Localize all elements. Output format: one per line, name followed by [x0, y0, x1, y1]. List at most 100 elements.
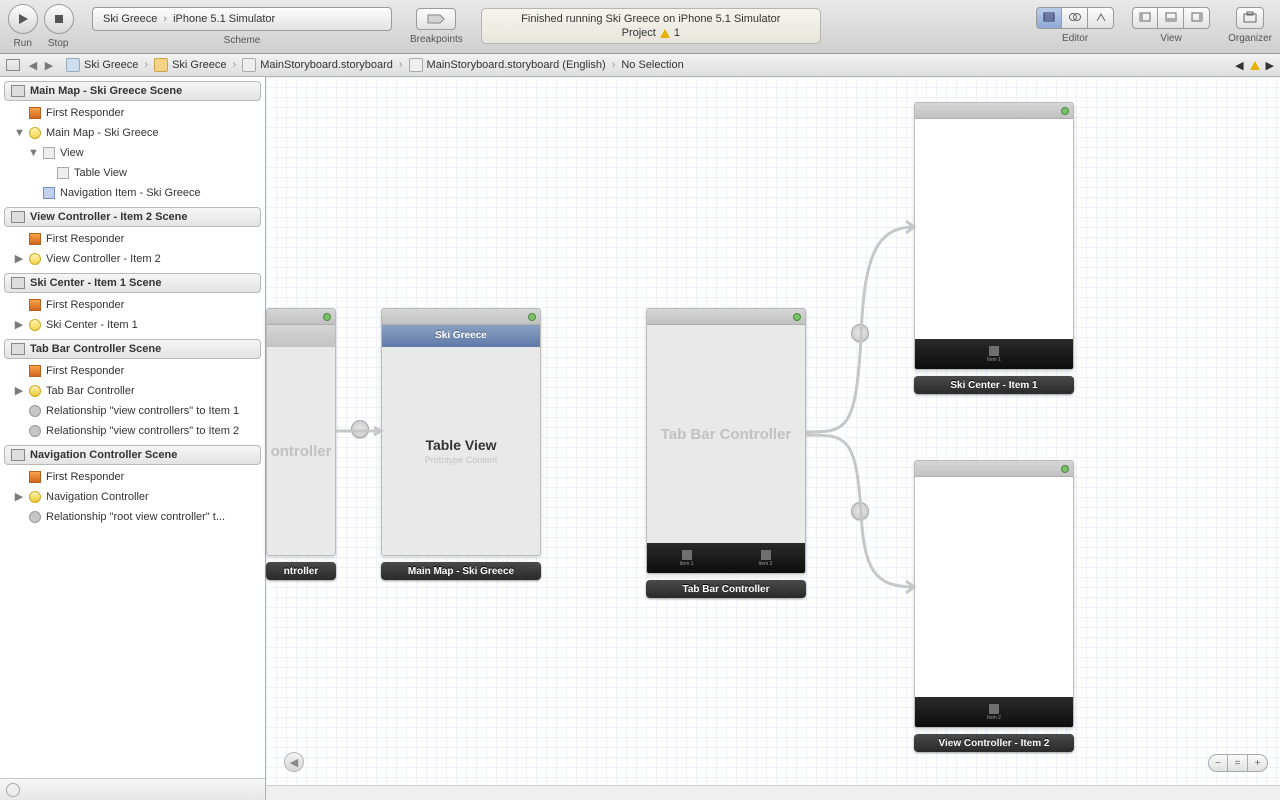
outline-tree[interactable]: Main Map - Ski Greece Scene First Respon…	[0, 77, 265, 778]
crumb-project-label: Ski Greece	[84, 59, 138, 71]
status-sub-label: Project	[622, 27, 656, 39]
disclosure-icon[interactable]: ▶	[14, 317, 24, 333]
scene-title: Ski Center - Item 1 Scene	[30, 277, 161, 289]
outline-item[interactable]: ▼View	[0, 143, 265, 163]
scene-header[interactable]: Ski Center - Item 1 Scene	[4, 273, 261, 293]
zoom-control: − = +	[1208, 754, 1268, 772]
disclosure-icon[interactable]: ▼	[14, 125, 24, 141]
zoom-out-button[interactable]: −	[1208, 754, 1228, 772]
outline-label: Main Map - Ski Greece	[46, 125, 158, 141]
crumb-folder-label: Ski Greece	[172, 59, 226, 71]
zoom-in-button[interactable]: +	[1248, 754, 1268, 772]
crumb-selection[interactable]: No Selection	[617, 59, 687, 71]
crumb-folder[interactable]: Ski Greece	[150, 58, 230, 72]
organizer-label: Organizer	[1228, 33, 1272, 44]
toggle-utilities-button[interactable]	[1184, 7, 1210, 29]
folder-icon	[154, 58, 168, 72]
scene-ski-center[interactable]: Item 1 Ski Center - Item 1	[914, 102, 1074, 394]
toggle-debug-button[interactable]	[1158, 7, 1184, 29]
outline-label: First Responder	[46, 363, 124, 379]
related-items-icon[interactable]	[6, 59, 20, 71]
view-controller-icon	[29, 253, 41, 265]
scene-title: Tab Bar Controller Scene	[30, 343, 161, 355]
forward-button[interactable]: ▶	[42, 58, 56, 72]
jump-forward-icon[interactable]: ▶	[1266, 59, 1274, 72]
disclosure-icon[interactable]: ▶	[14, 383, 24, 399]
scheme-label: Scheme	[224, 35, 261, 46]
watermark-text: Tab Bar Controller	[661, 426, 792, 443]
disclosure-icon[interactable]: ▶	[14, 489, 24, 505]
outline-item[interactable]: Relationship "view controllers" to Item …	[0, 421, 265, 441]
scene-title: Main Map - Ski Greece Scene	[30, 85, 182, 97]
outline-label: View Controller - Item 2	[46, 251, 161, 267]
scene-header[interactable]: Navigation Controller Scene	[4, 445, 261, 465]
view-controller-icon	[29, 319, 41, 331]
scene-icon	[11, 85, 25, 97]
organizer-button[interactable]	[1236, 7, 1264, 29]
stop-button[interactable]	[44, 4, 74, 34]
warning-icon[interactable]	[1250, 61, 1260, 70]
outline-item[interactable]: ▶Tab Bar Controller	[0, 381, 265, 401]
outline-item[interactable]: Relationship "view controllers" to Item …	[0, 401, 265, 421]
tab-bar: Item 1	[915, 339, 1073, 369]
outline-item[interactable]: First Responder	[0, 103, 265, 123]
segue-node[interactable]	[351, 420, 369, 438]
tab-item: Item 2	[726, 543, 805, 573]
scene-header[interactable]: View Controller - Item 2 Scene	[4, 207, 261, 227]
crumb-file-loc[interactable]: MainStoryboard.storyboard (English)	[405, 58, 610, 72]
jump-back-icon[interactable]: ◀	[1235, 59, 1243, 72]
breakpoints-button[interactable]	[416, 8, 456, 30]
scene-main-map[interactable]: Ski Greece Table ViewPrototype Content M…	[381, 308, 541, 580]
status-main: Finished running Ski Greece on iPhone 5.…	[521, 13, 780, 25]
run-button[interactable]	[8, 4, 38, 34]
scene-view-controller-item2[interactable]: Item 2 View Controller - Item 2	[914, 460, 1074, 752]
horizontal-scrollbar[interactable]	[266, 785, 1280, 800]
scheme-selector[interactable]: Ski Greece › iPhone 5.1 Simulator	[92, 7, 392, 31]
jump-bar: ◀▶ Ski Greece › Ski Greece › MainStorybo…	[0, 54, 1280, 77]
outline-item[interactable]: Relationship "root view controller" t...	[0, 507, 265, 527]
crumb-file-label: MainStoryboard.storyboard	[260, 59, 393, 71]
segue-node[interactable]	[851, 502, 869, 520]
crumb-file-loc-label: MainStoryboard.storyboard (English)	[427, 59, 606, 71]
segue-node[interactable]	[851, 324, 869, 342]
zoom-fit-button[interactable]: =	[1228, 754, 1248, 772]
outline-label: Relationship "view controllers" to Item …	[46, 423, 239, 439]
first-responder-icon	[29, 365, 41, 377]
back-button[interactable]: ◀	[26, 58, 40, 72]
scheme-target: Ski Greece	[103, 13, 157, 25]
disclosure-icon[interactable]: ▶	[14, 251, 24, 267]
run-label: Run	[14, 38, 32, 49]
status-warn-count: 1	[674, 27, 680, 39]
view-icon	[43, 147, 55, 159]
outline-item[interactable]: First Responder	[0, 361, 265, 381]
outline-item[interactable]: ▼ Main Map - Ski Greece	[0, 123, 265, 143]
outline-label: First Responder	[46, 231, 124, 247]
crumb-file[interactable]: MainStoryboard.storyboard	[238, 58, 397, 72]
scene-label: Main Map - Ski Greece	[381, 562, 541, 580]
scene-tab-bar-controller[interactable]: Tab Bar Controller Item 1 Item 2 Tab Bar…	[646, 308, 806, 598]
scene-header[interactable]: Main Map - Ski Greece Scene	[4, 81, 261, 101]
outline-item[interactable]: ▶Navigation Controller	[0, 487, 265, 507]
outline-filter-bar[interactable]	[0, 778, 265, 800]
scene-header[interactable]: Tab Bar Controller Scene	[4, 339, 261, 359]
outline-item[interactable]: Navigation Item - Ski Greece	[0, 183, 265, 203]
outline-item[interactable]: First Responder	[0, 229, 265, 249]
toggle-navigator-button[interactable]	[1132, 7, 1158, 29]
assistant-editor-button[interactable]	[1062, 7, 1088, 29]
outline-item[interactable]: Table View	[0, 163, 265, 183]
nav-controller-icon	[29, 491, 41, 503]
scene-nav-controller[interactable]: ontroller ntroller	[266, 308, 336, 580]
scene-label: Tab Bar Controller	[646, 580, 806, 598]
standard-editor-button[interactable]	[1036, 7, 1062, 29]
outline-toggle-button[interactable]: ◀	[284, 752, 304, 772]
version-editor-button[interactable]	[1088, 7, 1114, 29]
tab-bar-controller-icon	[29, 385, 41, 397]
storyboard-canvas[interactable]: ontroller ntroller Ski Greece Table View…	[266, 77, 1280, 800]
outline-label: Relationship "root view controller" t...	[46, 509, 225, 525]
outline-item[interactable]: First Responder	[0, 467, 265, 487]
outline-item[interactable]: ▶Ski Center - Item 1	[0, 315, 265, 335]
outline-item[interactable]: ▶ View Controller - Item 2	[0, 249, 265, 269]
disclosure-icon[interactable]: ▼	[28, 145, 38, 161]
crumb-project[interactable]: Ski Greece	[62, 58, 142, 72]
outline-item[interactable]: First Responder	[0, 295, 265, 315]
